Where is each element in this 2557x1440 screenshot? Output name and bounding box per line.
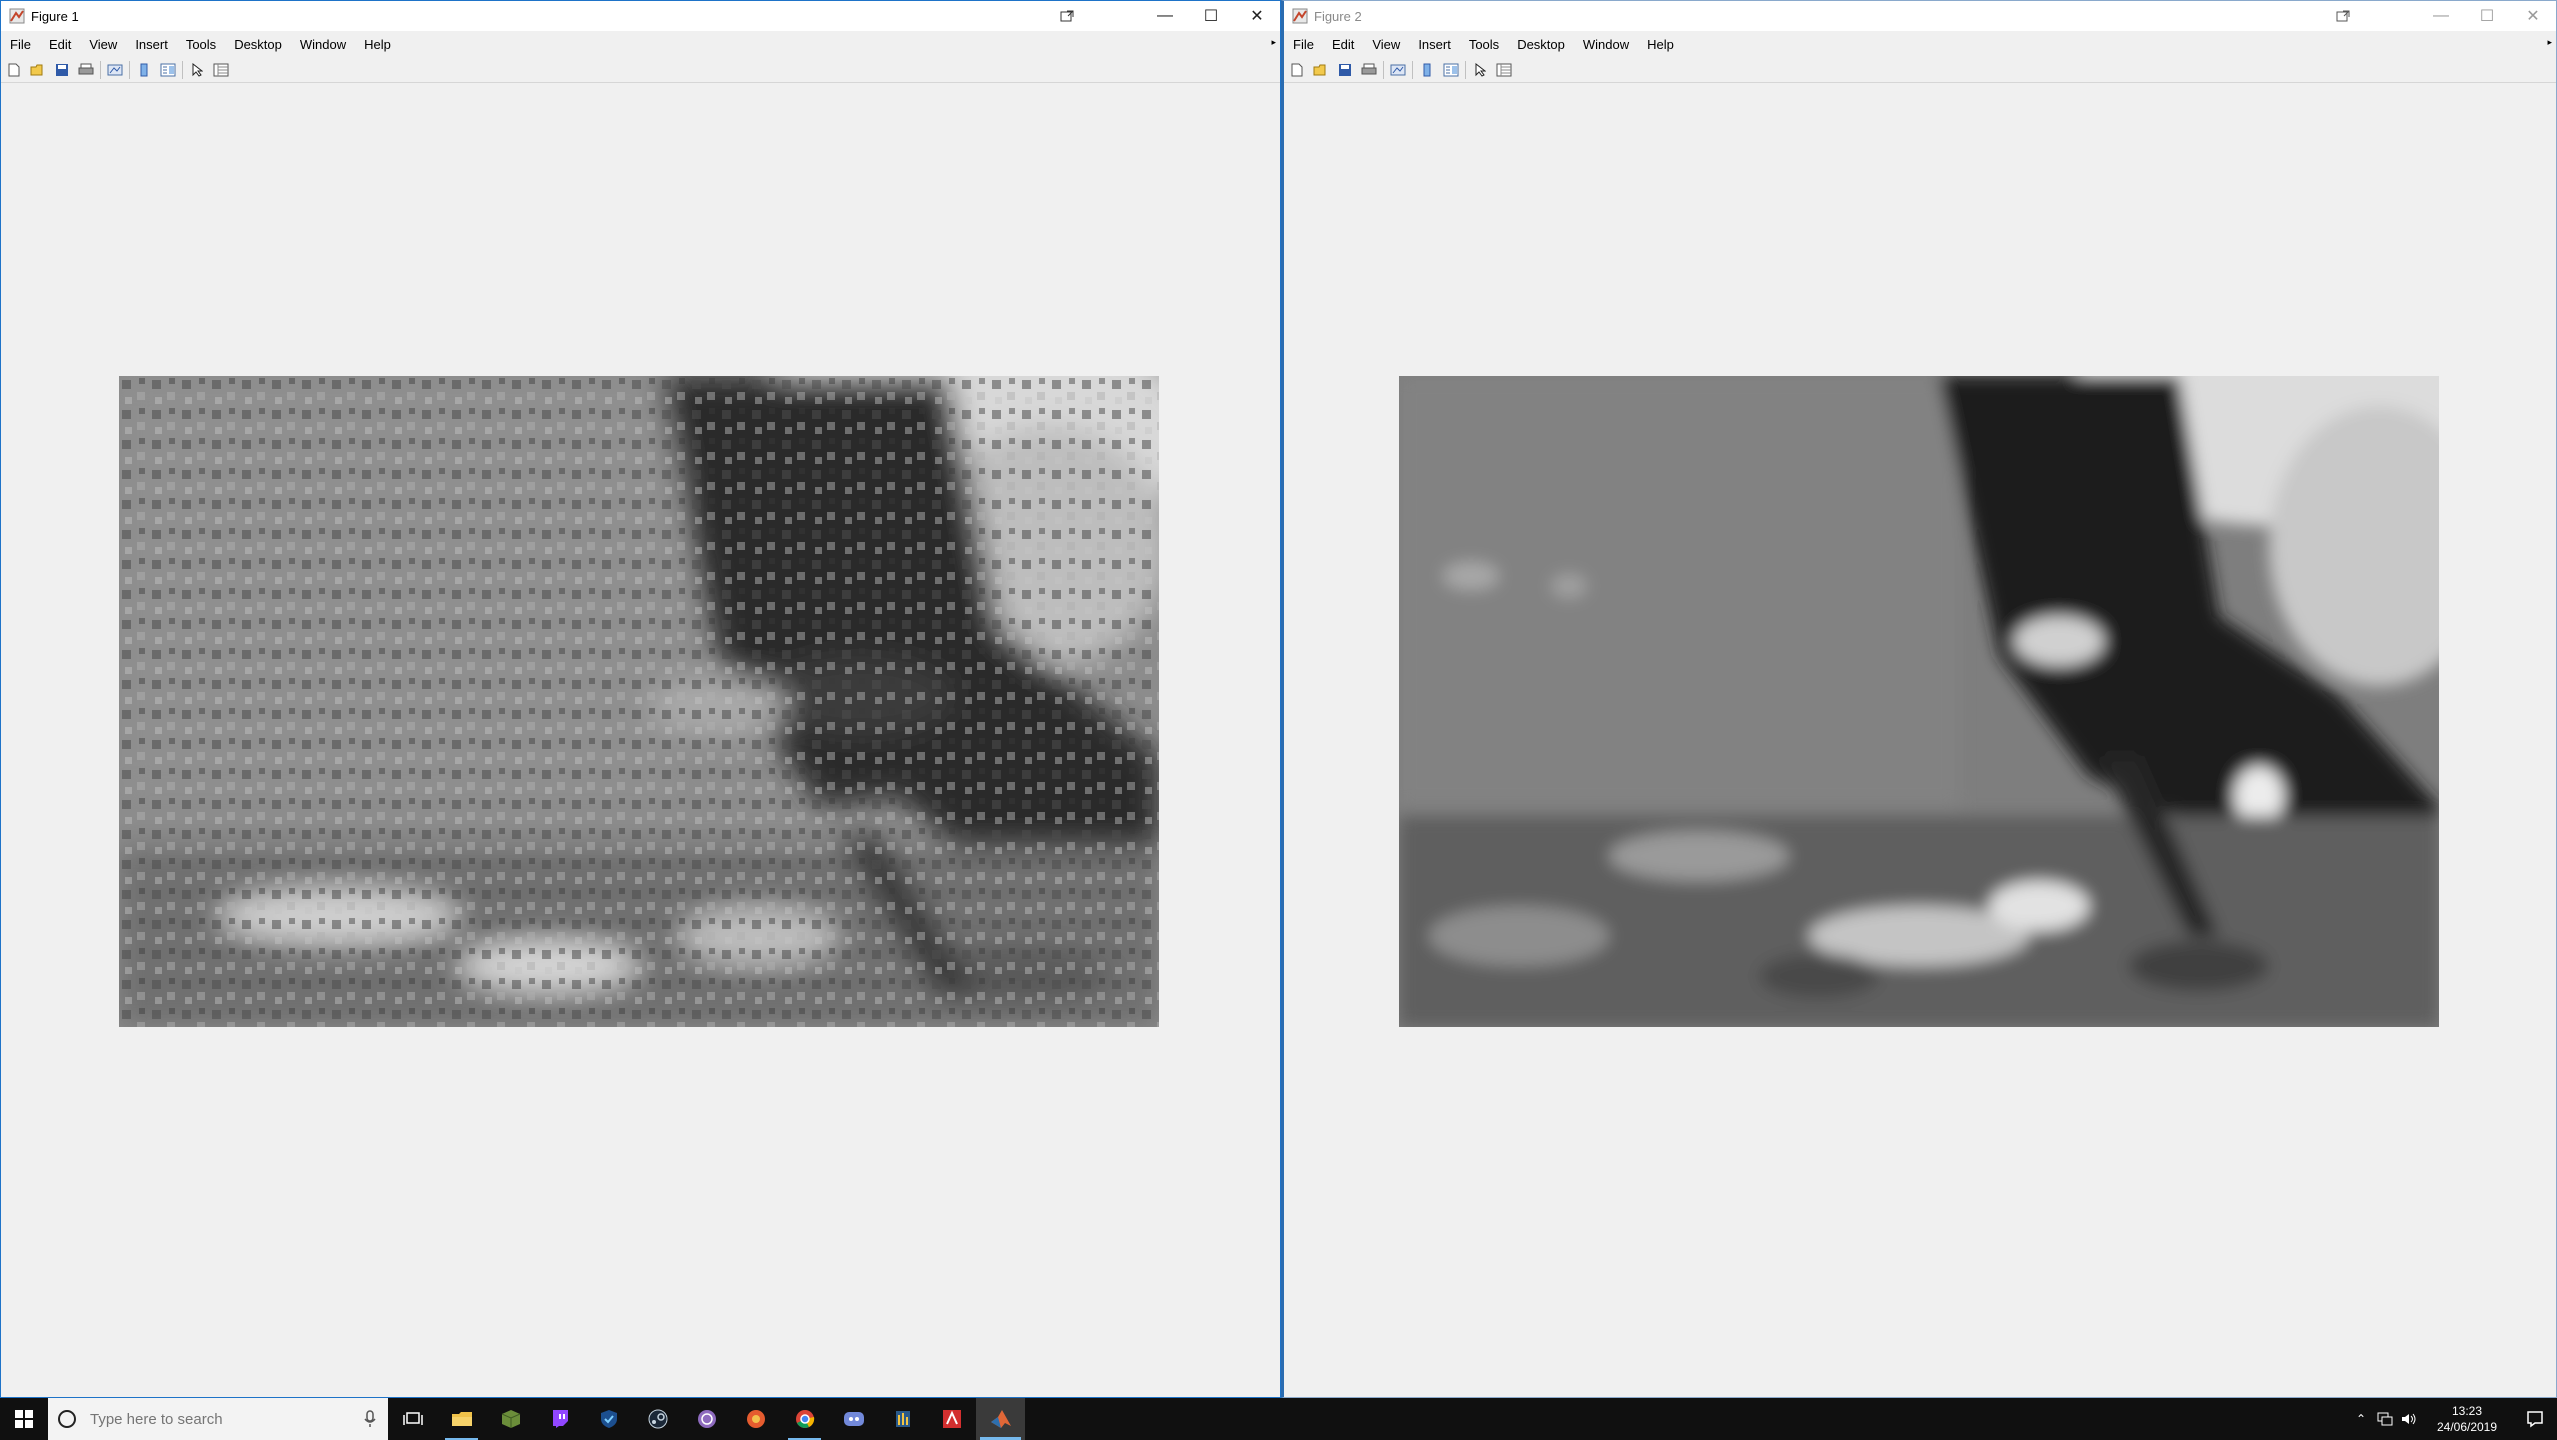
menu-bar: File Edit View Insert Tools Desktop Wind… (1284, 32, 2556, 56)
network-icon[interactable] (2373, 1398, 2397, 1440)
link-plot-icon[interactable] (1390, 62, 1406, 78)
clock-date: 24/06/2019 (2436, 1420, 2498, 1434)
filtered-photo-image (1399, 376, 2439, 1027)
vpn-shield-icon[interactable] (584, 1398, 633, 1440)
window-title: Figure 2 (1314, 8, 1362, 24)
menu-desktop[interactable]: Desktop (1508, 37, 1574, 52)
minimize-button[interactable]: — (2418, 1, 2464, 31)
figure-toolbar (1, 57, 1280, 83)
menu-help[interactable]: Help (1638, 37, 1683, 52)
title-bar[interactable]: Figure 2 — ☐ ✕ (1284, 1, 2556, 31)
system-tray: ⌃ 13:23 24/06/2019 (2349, 1398, 2557, 1440)
print-icon[interactable] (1361, 62, 1377, 78)
toolbar-separator (182, 60, 183, 79)
minecraft-icon[interactable] (486, 1398, 535, 1440)
property-inspector-icon[interactable] (1496, 62, 1512, 78)
red-app-icon[interactable] (927, 1398, 976, 1440)
microphone-icon[interactable] (364, 1410, 376, 1433)
yellow-app-icon[interactable] (878, 1398, 927, 1440)
property-inspector-icon[interactable] (213, 62, 229, 78)
menu-bar: File Edit View Insert Tools Desktop Wind… (1, 32, 1280, 56)
minimize-button[interactable]: — (1142, 1, 1188, 31)
menu-tools[interactable]: Tools (177, 37, 225, 52)
window-title: Figure 1 (31, 8, 79, 24)
notifications-icon[interactable] (2513, 1398, 2557, 1440)
figure-toolbar (1284, 57, 2556, 83)
menu-window[interactable]: Window (291, 37, 355, 52)
open-file-icon[interactable] (30, 62, 46, 78)
menu-file[interactable]: File (1, 37, 40, 52)
steam-icon[interactable] (633, 1398, 682, 1440)
discord-icon[interactable] (829, 1398, 878, 1440)
menu-tools[interactable]: Tools (1460, 37, 1508, 52)
insert-legend-icon[interactable] (160, 62, 176, 78)
toolbar-separator (129, 60, 130, 79)
cortana-icon (58, 1410, 76, 1428)
task-view-icon[interactable] (388, 1398, 437, 1440)
save-icon[interactable] (54, 62, 70, 78)
chrome-icon[interactable] (780, 1398, 829, 1440)
figure-window-2[interactable]: Figure 2 — ☐ ✕ File Edit View Insert Too… (1281, 0, 2557, 1398)
orange-app-icon[interactable] (731, 1398, 780, 1440)
menu-edit[interactable]: Edit (40, 37, 80, 52)
menu-help[interactable]: Help (355, 37, 400, 52)
new-figure-icon[interactable] (6, 62, 22, 78)
noisy-photo-image (119, 376, 1159, 1027)
insert-legend-icon[interactable] (1443, 62, 1459, 78)
title-bar[interactable]: Figure 1 — ☐ ✕ (1, 1, 1280, 31)
menu-edit[interactable]: Edit (1323, 37, 1363, 52)
taskbar-clock[interactable]: 13:23 24/06/2019 (2427, 1403, 2507, 1435)
print-icon[interactable] (78, 62, 94, 78)
image-axes[interactable] (119, 376, 1159, 1027)
start-button[interactable] (0, 1398, 48, 1440)
volume-icon[interactable] (2397, 1398, 2421, 1440)
close-button[interactable]: ✕ (1234, 1, 1280, 31)
figure-window-1[interactable]: Figure 1 — ☐ ✕ File Edit View Insert Too… (0, 0, 1281, 1398)
insert-colorbar-icon[interactable] (1419, 62, 1435, 78)
windows-logo-icon (15, 1410, 33, 1428)
dock-icon[interactable] (2320, 1, 2366, 31)
maximize-button[interactable]: ☐ (1188, 1, 1234, 31)
chevron-up-icon[interactable]: ⌃ (2349, 1398, 2373, 1440)
insert-colorbar-icon[interactable] (136, 62, 152, 78)
menu-window[interactable]: Window (1574, 37, 1638, 52)
file-explorer-icon[interactable] (437, 1398, 486, 1440)
pointer-icon[interactable] (1472, 62, 1488, 78)
toolbar-separator (1465, 60, 1466, 79)
menu-file[interactable]: File (1284, 37, 1323, 52)
matlab-figure-icon (1292, 8, 1308, 24)
matlab-figure-icon (9, 8, 25, 24)
twitch-icon[interactable] (535, 1398, 584, 1440)
search-input[interactable] (90, 1410, 350, 1428)
menu-desktop[interactable]: Desktop (225, 37, 291, 52)
pointer-icon[interactable] (189, 62, 205, 78)
dock-icon[interactable] (1044, 1, 1090, 31)
save-icon[interactable] (1337, 62, 1353, 78)
toolbar-expand-icon[interactable]: ▸ (2547, 37, 2552, 48)
matlab-icon[interactable] (976, 1398, 1025, 1440)
taskbar-search[interactable] (48, 1398, 388, 1440)
new-figure-icon[interactable] (1289, 62, 1305, 78)
menu-insert[interactable]: Insert (1409, 37, 1460, 52)
toolbar-separator (1383, 60, 1384, 79)
link-plot-icon[interactable] (107, 62, 123, 78)
toolbar-separator (100, 60, 101, 79)
menu-insert[interactable]: Insert (126, 37, 177, 52)
toolbar-separator (1412, 60, 1413, 79)
menu-view[interactable]: View (80, 37, 126, 52)
clock-time: 13:23 (2451, 1404, 2483, 1418)
maximize-button[interactable]: ☐ (2464, 1, 2510, 31)
windows-taskbar: ⌃ 13:23 24/06/2019 (0, 1398, 2557, 1440)
purple-app-icon[interactable] (682, 1398, 731, 1440)
image-axes[interactable] (1399, 376, 2439, 1027)
open-file-icon[interactable] (1313, 62, 1329, 78)
close-button[interactable]: ✕ (2510, 1, 2556, 31)
toolbar-expand-icon[interactable]: ▸ (1271, 37, 1276, 48)
menu-view[interactable]: View (1363, 37, 1409, 52)
